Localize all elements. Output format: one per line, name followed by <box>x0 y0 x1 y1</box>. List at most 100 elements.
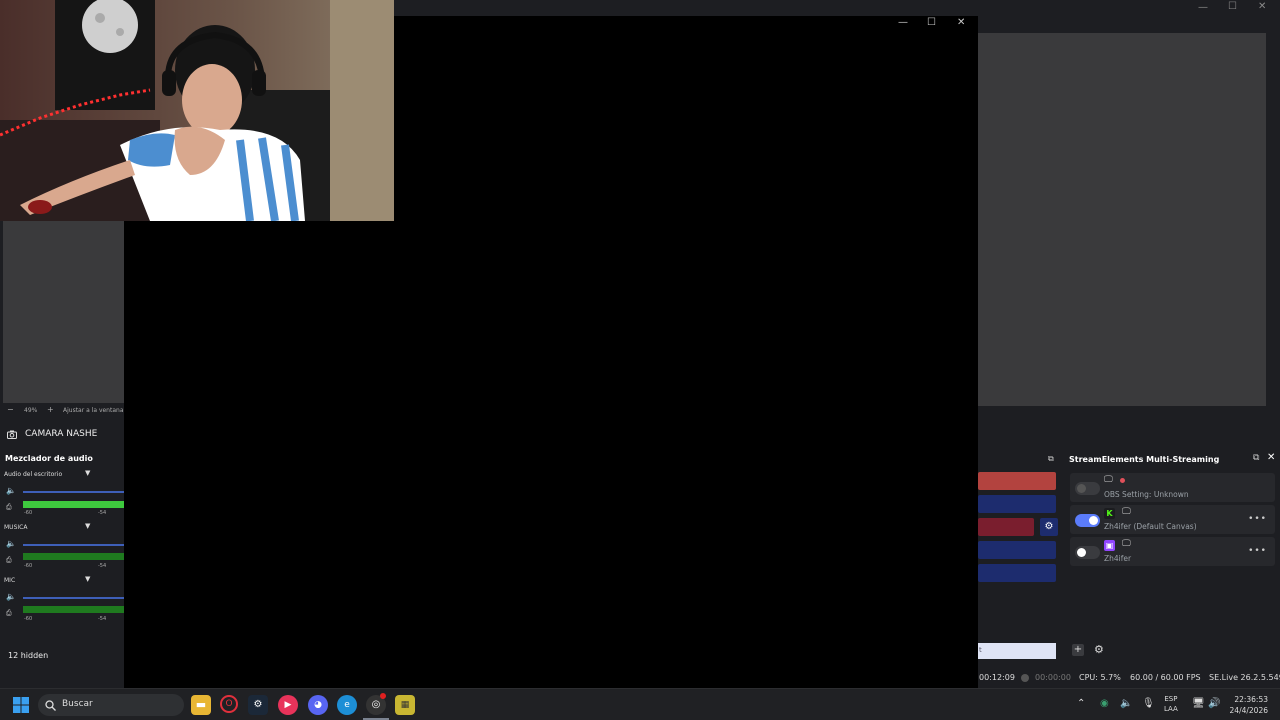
close-icon[interactable]: ✕ <box>1267 452 1275 463</box>
more-options-icon[interactable]: ••• <box>1248 514 1267 524</box>
clock[interactable]: 22:36:53 24/4/2026 <box>1226 694 1268 716</box>
cpu-usage: CPU: 5.7% <box>1079 673 1121 682</box>
toggle-switch[interactable] <box>1075 514 1100 527</box>
obs-close-button[interactable]: ✕ <box>1258 1 1266 12</box>
monitor-icon[interactable]: ⎙ <box>6 503 12 512</box>
stream-target-row[interactable]: K 🖵 Zh4ifer (Default Canvas) ••• <box>1070 505 1275 534</box>
app-icon[interactable]: ▦ <box>395 695 415 715</box>
steam-icon[interactable]: ⚙ <box>248 695 268 715</box>
more-options-icon[interactable]: ••• <box>1248 546 1267 556</box>
volume-icon[interactable]: 🔈 <box>6 486 16 495</box>
maximize-button[interactable]: ☐ <box>927 17 936 28</box>
taskbar: Buscar ▬ O ⚙ ▶ ◕ e ◎ ▦ ⌃ ◉ 🔈 🎙 ESP LAA 🖥… <box>0 688 1280 720</box>
stream-target-row[interactable]: ▣ 🖵 Zh4ifer ••• <box>1070 537 1275 566</box>
panel-title: StreamElements Multi-Streaming <box>1069 455 1220 464</box>
meter-tick: -60 <box>24 616 33 622</box>
chevron-down-icon[interactable]: ▼ <box>85 522 90 530</box>
edge-icon[interactable]: e <box>337 695 357 715</box>
volume-icon[interactable]: 🔈 <box>6 539 16 548</box>
camera-icon <box>7 430 17 439</box>
search-placeholder: Buscar <box>62 699 93 709</box>
add-target-button[interactable]: + <box>1072 644 1084 656</box>
zoom-value: 49% <box>24 407 38 414</box>
media-player-icon[interactable]: ▶ <box>278 695 298 715</box>
target-label: Zh4ifer <box>1104 554 1132 563</box>
volume-slider[interactable] <box>23 544 124 546</box>
opera-icon[interactable]: O <box>220 695 238 713</box>
control-bar[interactable] <box>978 564 1056 582</box>
webcam-overlay <box>0 0 394 221</box>
tray-app-icon[interactable]: ◉ <box>1100 698 1109 709</box>
monitor-icon: 🖵 <box>1122 539 1131 549</box>
black-window-left <box>124 221 394 688</box>
chevron-down-icon[interactable]: ▼ <box>85 575 90 583</box>
search-icon <box>45 700 56 711</box>
toggle-switch[interactable] <box>1075 546 1100 559</box>
windows-start-icon[interactable] <box>13 697 29 713</box>
minimize-button[interactable]: — <box>898 17 908 28</box>
microphone-icon[interactable]: 🎙 <box>1142 698 1155 709</box>
stream-target-row[interactable]: 🖵 OBS Setting: Unknown <box>1070 473 1275 502</box>
close-button[interactable]: ✕ <box>957 17 965 28</box>
chevron-up-icon[interactable]: ⌃ <box>1077 698 1085 709</box>
record-icon <box>1021 674 1029 682</box>
language-indicator[interactable]: ESP LAA <box>1164 694 1178 714</box>
kick-icon: K <box>1104 508 1115 519</box>
control-bar[interactable] <box>978 472 1056 490</box>
lang-top: ESP <box>1164 695 1178 703</box>
file-explorer-icon[interactable]: ▬ <box>191 695 211 715</box>
control-bar[interactable] <box>978 541 1056 559</box>
audio-meter <box>23 553 124 560</box>
obs-minimize-button[interactable]: — <box>1198 2 1208 13</box>
network-icon[interactable]: 🖥 <box>1192 698 1205 709</box>
discord-icon[interactable]: ◕ <box>308 695 328 715</box>
chevron-down-icon[interactable]: ▼ <box>85 469 90 477</box>
fit-window-button[interactable]: Ajustar a la ventana <box>63 407 124 414</box>
speaker-icon[interactable]: 🔈 <box>1120 698 1132 709</box>
volume-slider[interactable] <box>23 491 124 493</box>
volume-icon[interactable]: 🔊 <box>1208 698 1220 709</box>
zoom-in-button[interactable]: + <box>47 405 54 414</box>
target-label: Zh4ifer (Default Canvas) <box>1104 522 1197 531</box>
channel-name: MIC <box>4 577 16 584</box>
obs-titlebar: — ☐ ✕ <box>394 0 1280 16</box>
gear-icon[interactable]: ⚙ <box>1040 518 1058 536</box>
monitor-icon[interactable]: ⎙ <box>6 556 12 565</box>
stream-time: 00:12:09 <box>979 673 1015 682</box>
meter-tick: -54 <box>98 616 107 622</box>
channel-name: Audio del escritorio <box>4 471 63 478</box>
taskbar-search[interactable]: Buscar <box>38 694 184 716</box>
scene-controls-column: ⧉ ⚙ t <box>978 452 1060 662</box>
preview-canvas-right <box>978 33 1266 406</box>
toggle-switch[interactable] <box>1075 482 1100 495</box>
hidden-count: 12 hidden <box>8 651 49 660</box>
source-item-camera[interactable]: CAMARA NASHE <box>0 423 124 445</box>
monitor-icon: 🖵 <box>1104 475 1113 485</box>
channel-name: MUSICA <box>4 524 28 531</box>
control-bar[interactable] <box>978 518 1034 536</box>
meter-tick: -54 <box>98 563 107 569</box>
panel-undock-icon[interactable]: ⧉ <box>1048 454 1054 464</box>
multistreaming-panel: StreamElements Multi-Streaming ⧉ ✕ 🖵 OBS… <box>1064 449 1280 665</box>
audio-meter <box>23 606 124 613</box>
monitor-icon[interactable]: ⎙ <box>6 609 12 618</box>
mixer-title: Mezclador de audio <box>5 454 93 463</box>
zoom-out-button[interactable]: − <box>7 405 14 414</box>
hidden-sources-row[interactable]: 12 hidden <box>0 645 124 667</box>
meter-tick: -54 <box>98 510 107 516</box>
volume-slider[interactable] <box>23 597 124 599</box>
clock-time: 22:36:53 <box>1234 695 1268 704</box>
clock-date: 24/4/2026 <box>1229 706 1268 715</box>
volume-icon[interactable]: 🔈 <box>6 592 16 601</box>
notification-badge <box>380 693 386 699</box>
control-bar[interactable] <box>978 495 1056 513</box>
preview-canvas-left <box>3 221 124 403</box>
text-input[interactable]: t <box>978 643 1056 659</box>
obs-restore-button[interactable]: ☐ <box>1228 1 1237 12</box>
settings-gear-icon[interactable]: ⚙ <box>1094 643 1104 656</box>
meter-tick: -60 <box>24 510 33 516</box>
panel-undock-icon[interactable]: ⧉ <box>1253 453 1259 463</box>
monitor-icon: 🖵 <box>1122 507 1131 517</box>
version-label: SE.Live 26.2.5.549 <box>1209 673 1280 682</box>
audio-mixer: Mezclador de audio Audio del escritorio … <box>0 449 124 645</box>
